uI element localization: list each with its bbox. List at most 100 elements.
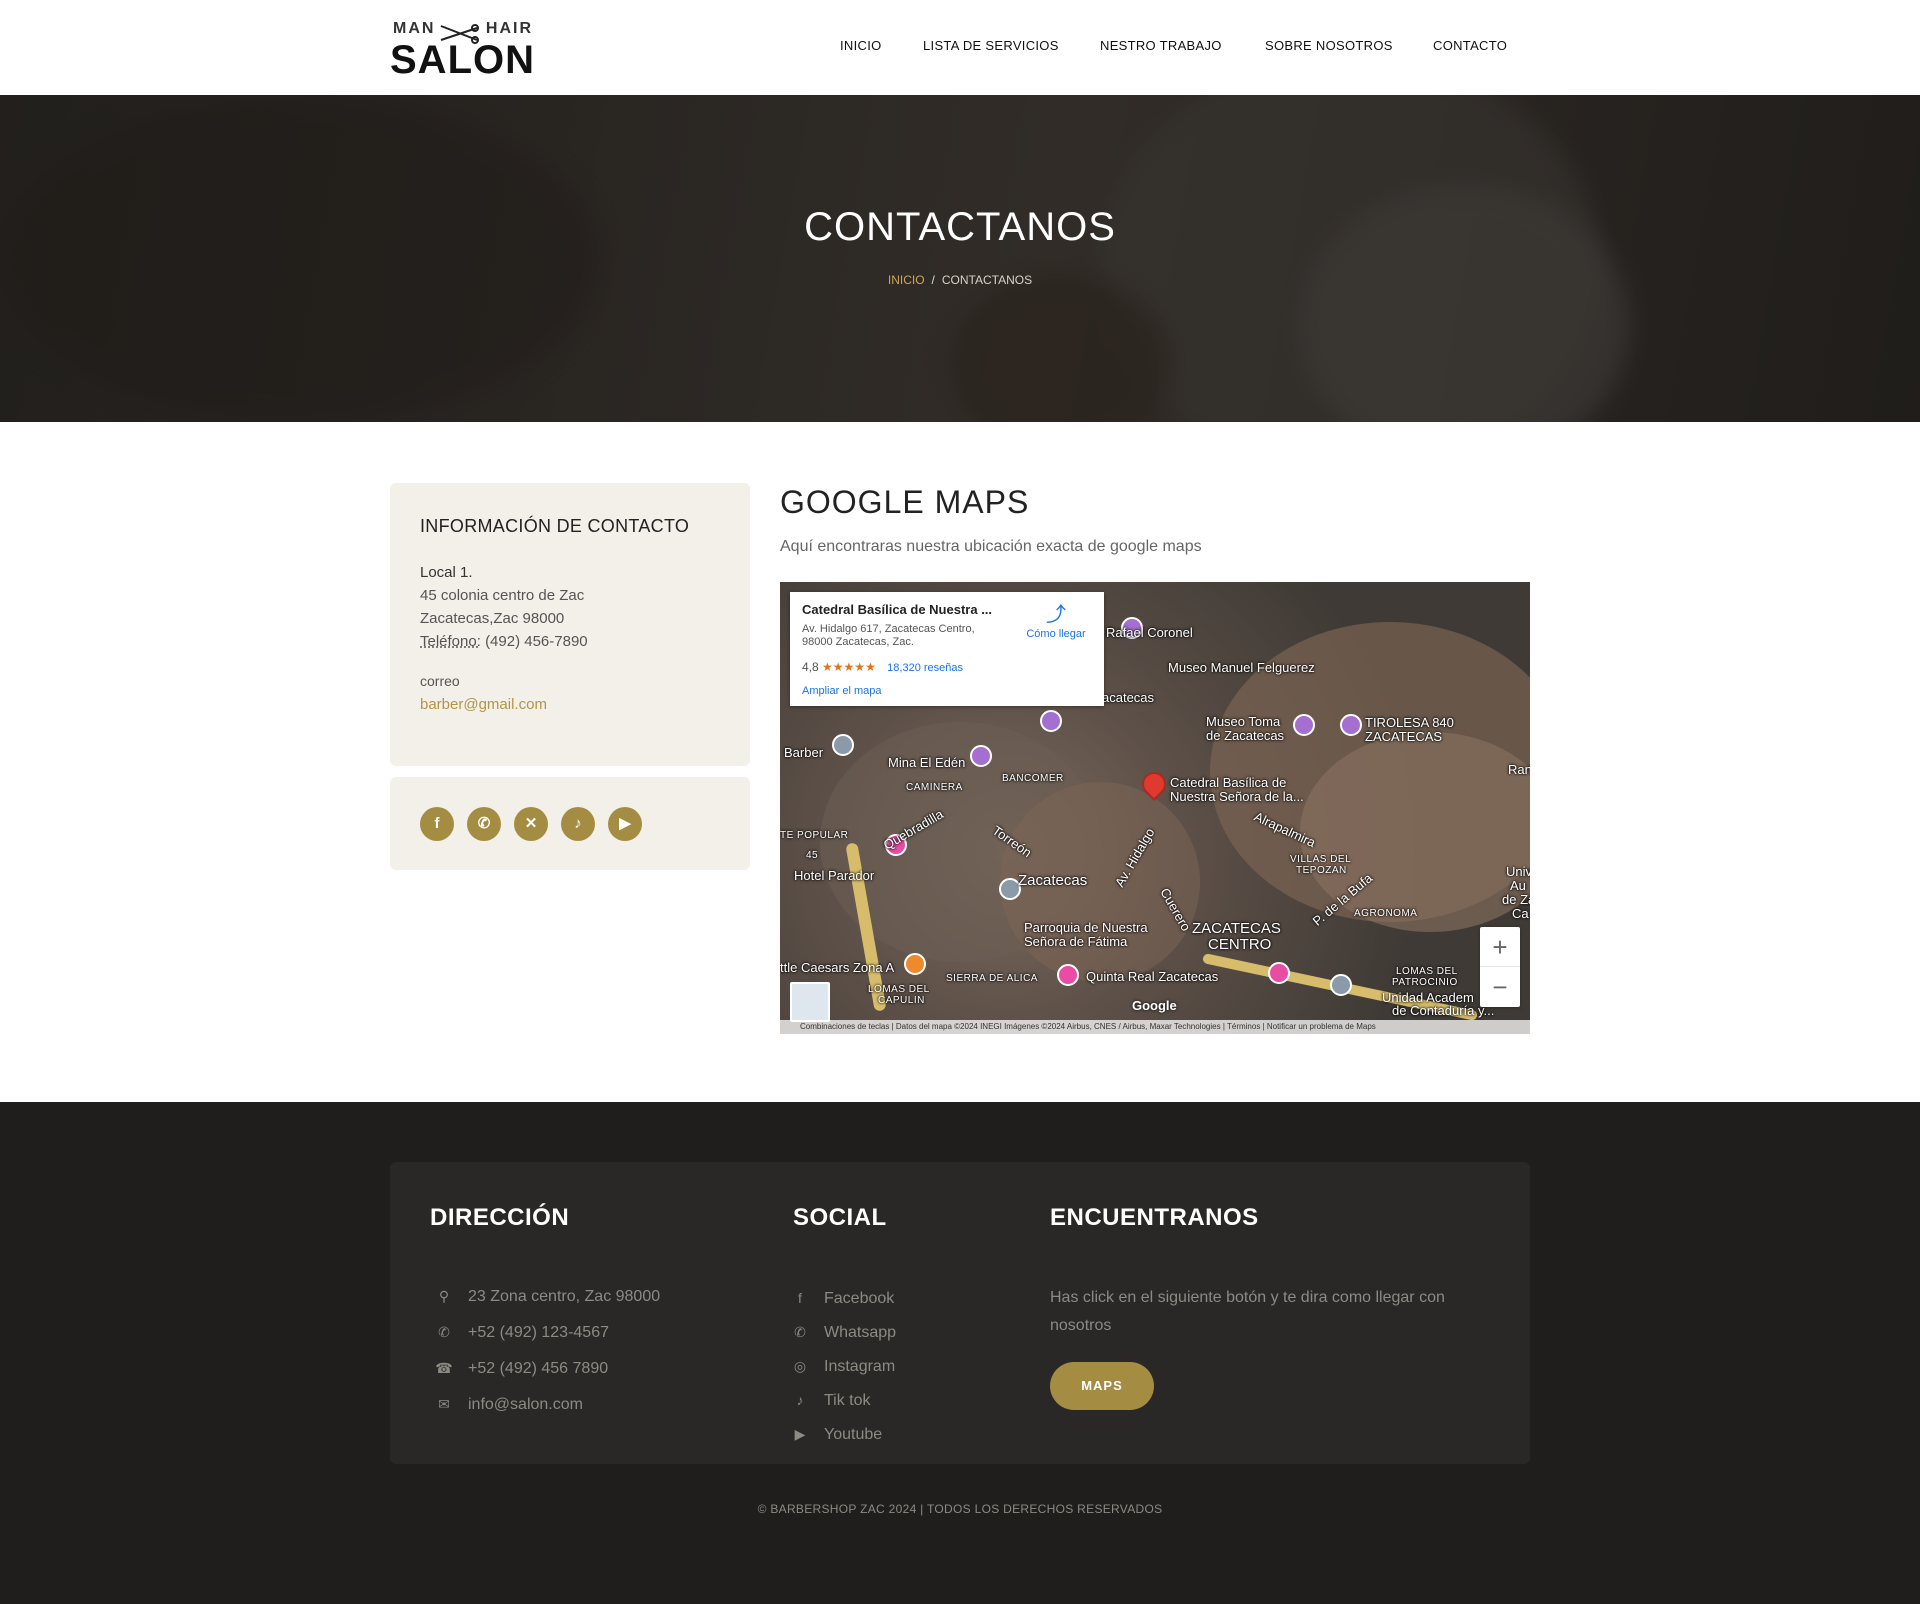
map-label: Rafael Coronel xyxy=(1106,625,1193,640)
site-footer: DIRECCIÓN SOCIAL ENCUENTRANOS ⚲ 23 Zona c… xyxy=(0,1102,1920,1604)
map-label: Quinta Real Zacatecas xyxy=(1086,969,1219,984)
maps-button[interactable]: MAPS xyxy=(1050,1362,1154,1410)
tiktok-icon: ♪ xyxy=(796,1392,804,1408)
zoom-in-button[interactable]: + xyxy=(1480,927,1520,967)
nav-inicio[interactable]: INICIO xyxy=(840,38,882,53)
map-label: Au xyxy=(1510,878,1526,893)
copyright: © BARBERSHOP ZAC 2024 | TODOS LOS DERECH… xyxy=(757,1502,1163,1516)
map-label: 45 xyxy=(806,850,819,861)
nav-lista-servicios[interactable]: LISTA DE SERVICIOS xyxy=(923,38,1059,53)
map-label: Museo Manuel Felguerez xyxy=(1168,660,1315,675)
map-label: Catedral Basílica de xyxy=(1170,775,1287,790)
embedded-map[interactable]: Rafael Coronel Museo Manuel Felguerez ac… xyxy=(780,582,1530,1034)
salon-logo[interactable]: MAN HAIR SALON xyxy=(390,20,535,82)
map-label: Barber xyxy=(784,745,824,760)
zoom-out-button[interactable]: − xyxy=(1480,967,1520,1007)
map-label: BANCOMER xyxy=(1002,773,1064,784)
map-place-name[interactable]: Catedral Basílica de Nuestra ... xyxy=(802,602,992,617)
whatsapp-icon[interactable]: ✆ xyxy=(467,807,501,841)
youtube-icon[interactable]: ▶ xyxy=(608,807,642,841)
youtube-icon: ▶ xyxy=(794,1426,806,1442)
tiktok-icon[interactable]: ♪ xyxy=(561,807,595,841)
footer-social-tiktok[interactable]: ♪ Tik tok xyxy=(790,1392,871,1410)
map-layer-toggle[interactable] xyxy=(790,982,830,1022)
footer-social-whatsapp[interactable]: ✆ Whatsapp xyxy=(790,1324,896,1342)
map-label: Zacatecas xyxy=(1018,872,1088,889)
map-label: Museo Toma xyxy=(1206,714,1281,729)
contact-phone: (492) 456-7890 xyxy=(485,633,588,650)
footer-social-instagram[interactable]: ◎ Instagram xyxy=(790,1358,895,1376)
map-label: CENTRO xyxy=(1208,936,1272,953)
map-rating-value: 4,8 xyxy=(802,660,819,674)
footer-panel: DIRECCIÓN SOCIAL ENCUENTRANOS ⚲ 23 Zona c… xyxy=(390,1162,1530,1464)
footer-social-label: Facebook xyxy=(824,1290,895,1307)
site-header: MAN HAIR SALON INICIO LISTA DE SERVICIOS… xyxy=(0,0,1920,95)
map-label: VILLAS DEL xyxy=(1290,854,1352,865)
map-label: ZACATECAS xyxy=(1365,729,1443,744)
footer-direccion-heading: DIRECCIÓN xyxy=(430,1204,570,1231)
contact-address-line2: Zacatecas,Zac 98000 xyxy=(420,610,565,627)
map-label: TEPOZAN xyxy=(1296,865,1347,876)
whatsapp-icon: ✆ xyxy=(794,1324,806,1340)
map-label: Nuestra Señora de la... xyxy=(1170,789,1304,804)
facebook-icon[interactable]: f xyxy=(420,807,454,841)
google-logo: Google xyxy=(1132,998,1177,1013)
google-maps-subtitle: Aquí encontraras nuestra ubicación exact… xyxy=(780,538,1202,555)
map-attribution[interactable]: Combinaciones de teclas | Datos del mapa… xyxy=(780,1020,1530,1034)
fax-icon: ☎ xyxy=(435,1360,453,1376)
map-place-address: Av. Hidalgo 617, Zacatecas Centro, 98000… xyxy=(802,623,1002,649)
map-info-window: Catedral Basílica de Nuestra ... Av. Hid… xyxy=(790,592,1104,706)
footer-social-label: Whatsapp xyxy=(824,1324,897,1341)
map-reviews-link[interactable]: 18,320 reseñas xyxy=(887,662,963,674)
map-label: Ca xyxy=(1512,906,1529,921)
footer-social-label: Instagram xyxy=(824,1358,896,1375)
map-address-line2: 98000 Zacatecas, Zac. xyxy=(802,636,914,648)
footer-email-text: info@salon.com xyxy=(468,1396,583,1413)
contact-email-link[interactable]: barber@gmail.com xyxy=(420,696,547,713)
map-label: Ran xyxy=(1508,762,1530,777)
map-label: SIERRA DE ALICA xyxy=(946,973,1038,984)
logo-man-text: MAN xyxy=(393,20,436,37)
x-icon[interactable]: ✕ xyxy=(514,807,548,841)
page-title: CONTACTANOS xyxy=(804,205,1116,249)
breadcrumb-current: CONTACTANOS xyxy=(941,273,1033,287)
footer-social-youtube[interactable]: ▶ Youtube xyxy=(790,1426,883,1444)
nav-contacto[interactable]: CONTACTO xyxy=(1433,38,1507,53)
map-label: AGRONOMA xyxy=(1354,908,1418,919)
map-label: CAPULIN xyxy=(878,995,925,1006)
nav-nuestro-trabajo[interactable]: NESTRO TRABAJO xyxy=(1100,38,1222,53)
nav-sobre-nosotros[interactable]: SOBRE NOSOTROS xyxy=(1265,38,1393,53)
map-enlarge-link[interactable]: Ampliar el mapa xyxy=(802,685,881,697)
google-maps-heading: GOOGLE MAPS xyxy=(780,484,1030,520)
footer-address-text: 23 Zona centro, Zac 98000 xyxy=(468,1288,661,1305)
breadcrumb-home[interactable]: INICIO xyxy=(888,273,925,287)
footer-email[interactable]: ✉ info@salon.com xyxy=(434,1396,583,1414)
map-label: Univ xyxy=(1506,864,1530,879)
map-label: LOMAS DEL xyxy=(1396,966,1458,977)
phone-icon: ✆ xyxy=(438,1324,450,1340)
breadcrumb: INICIO / CONTACTANOS xyxy=(0,273,1920,287)
contact-info-card: INFORMACIÓN DE CONTACTO Local 1. 45 colo… xyxy=(390,483,750,766)
footer-encuentranos-heading: ENCUENTRANOS xyxy=(1050,1204,1259,1231)
instagram-icon: ◎ xyxy=(793,1358,807,1374)
footer-social-heading: SOCIAL xyxy=(793,1204,887,1231)
footer-social-facebook[interactable]: f Facebook xyxy=(790,1290,894,1308)
social-icons-card: f ✆ ✕ ♪ ▶ xyxy=(390,777,750,870)
contact-local: Local 1. xyxy=(420,564,473,581)
footer-address: ⚲ 23 Zona centro, Zac 98000 xyxy=(434,1288,660,1306)
footer-fax: ☎ +52 (492) 456 7890 xyxy=(434,1360,608,1378)
star-icons: ★★★★★ xyxy=(822,660,876,674)
map-label: de Zacatecas xyxy=(1206,728,1285,743)
map-address-line1: Av. Hidalgo 617, Zacatecas Centro, xyxy=(802,623,975,635)
contact-info-heading: INFORMACIÓN DE CONTACTO xyxy=(420,516,690,536)
footer-social-label: Youtube xyxy=(824,1426,883,1443)
contact-phone-label: Teléfono: xyxy=(420,633,481,650)
contact-address-line1: 45 colonia centro de Zac xyxy=(420,587,585,604)
map-marker-icon: ⚲ xyxy=(438,1288,450,1304)
breadcrumb-separator: / xyxy=(931,273,935,287)
footer-fax-text: +52 (492) 456 7890 xyxy=(468,1360,609,1377)
map-label: Parroquia de Nuestra xyxy=(1024,920,1148,935)
map-directions-button[interactable]: ⤴ Cómo llegar xyxy=(1018,602,1094,640)
contact-email-label: correo xyxy=(420,673,460,689)
facebook-icon: f xyxy=(798,1290,802,1306)
